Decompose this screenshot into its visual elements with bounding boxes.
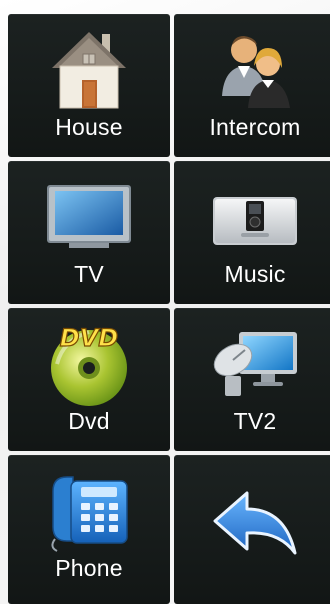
music-tile[interactable]: Music	[174, 161, 330, 304]
telephone-icon	[8, 467, 170, 553]
tv2-label: TV2	[233, 408, 277, 434]
satellite-tv-icon	[174, 320, 330, 406]
tv-label: TV	[74, 261, 104, 287]
dvd-tile[interactable]: DVD Dvd	[8, 308, 170, 451]
tile-grid: House Intercom TV Music DVD Dvd TV2 Phon…	[8, 14, 330, 604]
tv-tile[interactable]: TV	[8, 161, 170, 304]
dvd-disc-icon: DVD	[8, 320, 170, 406]
music-label: Music	[224, 261, 286, 287]
dvd-label: Dvd	[68, 408, 110, 434]
phone-tile[interactable]: Phone	[8, 455, 170, 604]
house-label: House	[55, 114, 123, 140]
phone-label: Phone	[55, 555, 123, 581]
back-arrow-icon	[174, 479, 330, 565]
dvd-logo-text: DVD	[60, 324, 118, 352]
people-icon	[174, 26, 330, 112]
tv2-tile[interactable]: TV2	[174, 308, 330, 451]
back-tile[interactable]	[174, 455, 330, 604]
house-icon	[8, 26, 170, 112]
speaker-dock-icon	[174, 173, 330, 259]
house-tile[interactable]: House	[8, 14, 170, 157]
intercom-tile[interactable]: Intercom	[174, 14, 330, 157]
tv-icon	[8, 173, 170, 259]
intercom-label: Intercom	[209, 114, 301, 140]
